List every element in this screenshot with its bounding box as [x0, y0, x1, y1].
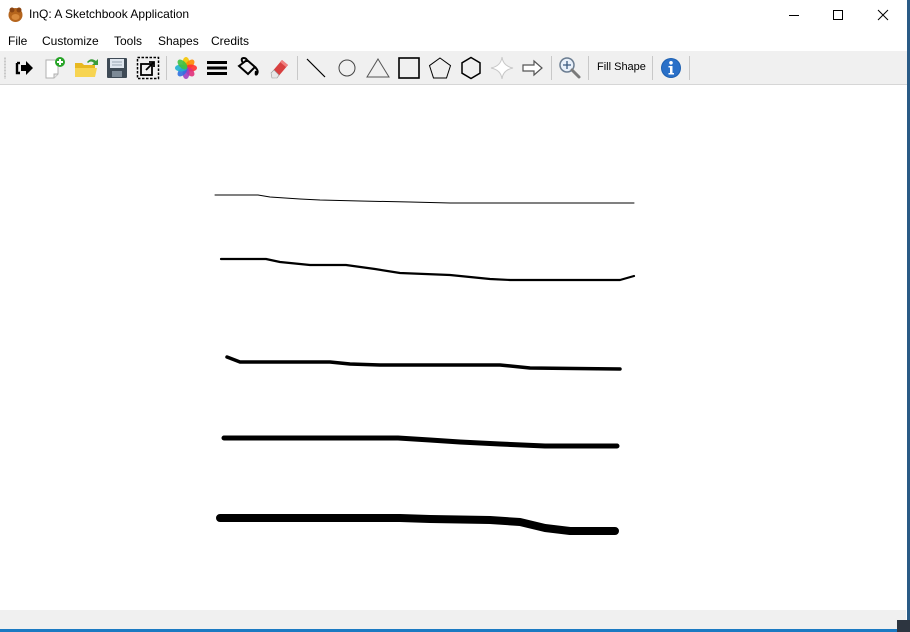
info-icon	[661, 58, 681, 78]
pentagon-tool-button[interactable]	[427, 55, 453, 81]
color-palette-icon	[175, 57, 197, 79]
drawing-canvas[interactable]	[0, 85, 907, 610]
exit-icon	[15, 61, 33, 75]
exit-button[interactable]	[11, 55, 37, 81]
fill-bucket-button[interactable]	[235, 55, 261, 81]
toolbar-separator	[551, 56, 552, 80]
pen-width-button[interactable]	[204, 55, 230, 81]
maximize-button[interactable]	[815, 0, 861, 30]
resize-canvas-icon	[136, 56, 160, 80]
rectangle-icon	[398, 57, 420, 79]
color-button[interactable]	[173, 55, 199, 81]
close-button[interactable]	[860, 0, 906, 30]
circle-icon	[338, 59, 356, 77]
canvas-svg	[214, 194, 636, 535]
arrow-icon	[522, 59, 543, 77]
line-tool-button[interactable]	[303, 55, 329, 81]
toolbar-separator	[588, 56, 589, 80]
resize-grip[interactable]	[897, 620, 910, 632]
open-folder-icon	[75, 59, 98, 77]
eraser-button[interactable]	[266, 55, 292, 81]
toolbar-separator	[652, 56, 653, 80]
menu-tools[interactable]: Tools	[114, 34, 142, 48]
pen-width-icon	[207, 61, 227, 75]
info-button[interactable]	[658, 55, 684, 81]
star-tool-button[interactable]	[489, 55, 515, 81]
rectangle-tool-button[interactable]	[396, 55, 422, 81]
star-icon	[490, 56, 514, 80]
triangle-icon	[366, 58, 390, 78]
stroke-heavier	[221, 435, 620, 449]
menu-shapes[interactable]: Shapes	[158, 34, 199, 48]
window-title: InQ: A Sketchbook Application	[29, 7, 190, 21]
stroke-thin	[214, 194, 635, 204]
maximize-icon	[833, 10, 843, 20]
fill-bucket-icon	[237, 57, 259, 76]
line-icon	[306, 58, 326, 78]
menu-file[interactable]: File	[8, 34, 27, 48]
toolbar-separator	[297, 56, 298, 80]
menu-customize[interactable]: Customize	[42, 34, 99, 48]
fill-shape-toggle[interactable]: Fill Shape	[597, 61, 646, 73]
triangle-tool-button[interactable]	[365, 55, 391, 81]
menu-bar: File Customize Tools Shapes Credits	[0, 31, 910, 51]
new-file-icon	[45, 57, 65, 79]
status-bar	[0, 610, 906, 629]
toolbar: Fill Shape	[0, 51, 910, 85]
title-bar: InQ: A Sketchbook Application	[0, 0, 910, 30]
stroke-heaviest	[216, 514, 619, 535]
menu-credits[interactable]: Credits	[211, 34, 249, 48]
new-file-button[interactable]	[42, 55, 68, 81]
zoom-button[interactable]	[557, 55, 583, 81]
resize-canvas-button[interactable]	[135, 55, 161, 81]
close-icon	[877, 9, 889, 21]
circle-tool-button[interactable]	[334, 55, 360, 81]
hexagon-icon	[461, 56, 481, 80]
stroke-thick	[225, 355, 622, 371]
app-icon	[8, 7, 23, 22]
stroke-medium	[219, 257, 636, 282]
arrow-tool-button[interactable]	[520, 55, 546, 81]
save-button[interactable]	[104, 55, 130, 81]
open-button[interactable]	[73, 55, 99, 81]
zoom-icon	[559, 57, 581, 79]
minimize-button[interactable]	[771, 0, 817, 30]
toolbar-grip[interactable]	[4, 57, 6, 79]
pentagon-icon	[428, 57, 452, 79]
toolbar-separator	[689, 56, 690, 80]
hexagon-tool-button[interactable]	[458, 55, 484, 81]
save-icon	[107, 58, 127, 78]
minimize-icon	[789, 15, 799, 16]
toolbar-separator	[166, 56, 167, 80]
eraser-icon	[270, 60, 288, 79]
